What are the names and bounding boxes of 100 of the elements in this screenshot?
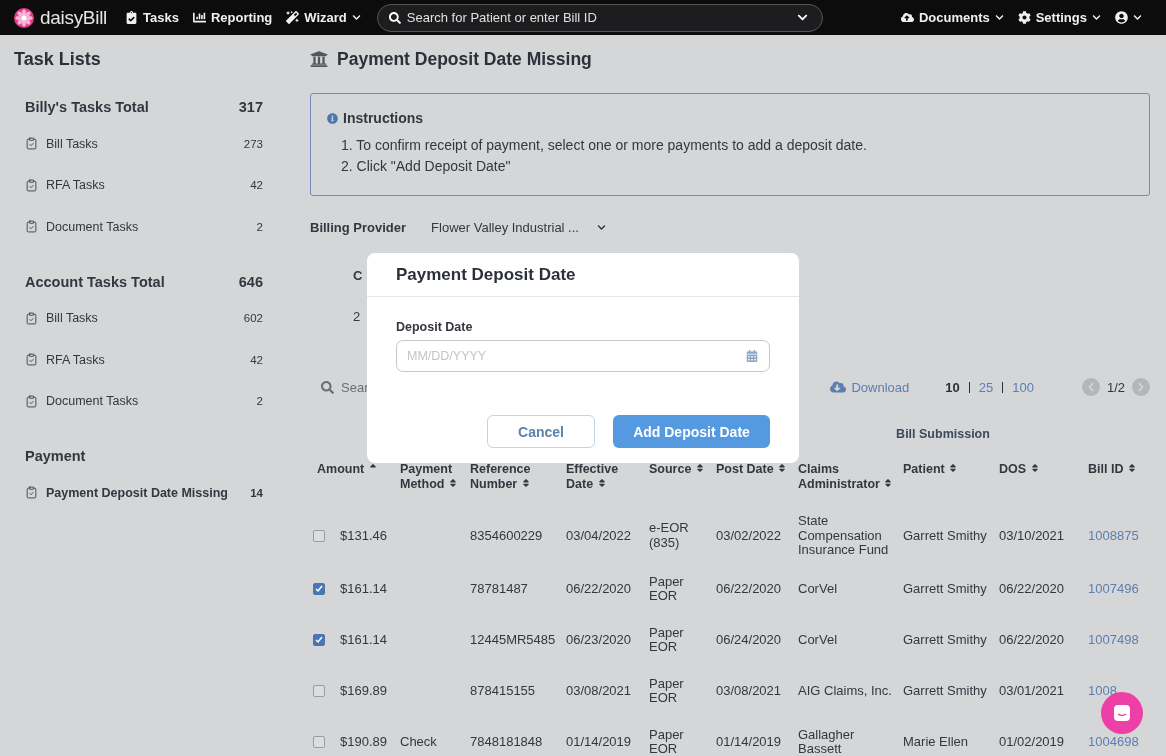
table-cell: CorVel bbox=[798, 632, 838, 648]
sidebar-item[interactable]: Bill Tasks 602 bbox=[25, 297, 263, 339]
table-cell-text: Paper EOR bbox=[649, 625, 685, 655]
clipboard-icon bbox=[125, 11, 138, 24]
table-cell: Garrett Smithy bbox=[903, 528, 987, 543]
row-checkbox[interactable] bbox=[313, 634, 325, 646]
column-header: C bbox=[353, 268, 363, 283]
table-cell: Garrett Smithy bbox=[903, 683, 987, 699]
column-header[interactable]: Reference Number bbox=[470, 462, 566, 508]
table-cell-text: e-EOR (835) bbox=[649, 521, 690, 551]
table-cell: $161.14 bbox=[340, 581, 387, 597]
column-header[interactable]: Bill ID bbox=[1088, 462, 1166, 508]
column-header[interactable]: Post Date bbox=[716, 462, 798, 508]
column-header[interactable]: DOS bbox=[999, 462, 1088, 508]
table-cell-text: State Compensation Insurance Fund bbox=[798, 514, 890, 558]
summary-value: 2 bbox=[353, 309, 361, 324]
table-cell-text: Paper EOR bbox=[649, 574, 685, 604]
sort-icon[interactable] bbox=[777, 463, 788, 473]
sort-icon[interactable] bbox=[948, 463, 959, 473]
search-field[interactable]: Search for Patient or enter Bill ID bbox=[376, 3, 823, 32]
user-icon bbox=[1115, 11, 1128, 24]
sidebar-item[interactable]: Document Tasks 2 bbox=[25, 380, 263, 422]
table-cell: 12445MR5485 bbox=[470, 632, 556, 648]
table-cell: 06/24/2020 bbox=[716, 632, 782, 648]
page-title: Payment Deposit Date Missing bbox=[337, 48, 592, 70]
table-cell: $161.14 bbox=[340, 632, 387, 648]
nav-menu[interactable]: Documents bbox=[900, 10, 1004, 25]
clipboard-icon bbox=[25, 353, 38, 367]
column-header[interactable]: Payment Method bbox=[400, 462, 470, 508]
user-menu[interactable] bbox=[1115, 11, 1142, 24]
row-checkbox[interactable] bbox=[313, 529, 325, 542]
sort-icon[interactable] bbox=[883, 478, 894, 488]
chat-icon bbox=[1113, 704, 1131, 722]
sort-icon[interactable] bbox=[694, 463, 705, 473]
column-header[interactable]: Claims Administrator bbox=[798, 462, 903, 508]
table-cell: $190.89 bbox=[340, 734, 387, 750]
table-cell-text: Paper EOR bbox=[649, 676, 685, 706]
row-checkbox[interactable] bbox=[313, 736, 325, 748]
nav-item[interactable]: Tasks bbox=[125, 10, 179, 25]
page-indicator: 1/2 bbox=[1106, 379, 1125, 395]
table-cell: 8354600229 bbox=[470, 528, 543, 543]
table-cell: 03/08/2021 bbox=[566, 683, 632, 699]
download-icon bbox=[830, 379, 847, 395]
row-checkbox[interactable] bbox=[313, 583, 325, 595]
table-cell: Garrett Smithy bbox=[903, 632, 987, 648]
table-cell: 03/08/2021 bbox=[716, 683, 782, 699]
nav-item[interactable]: Wizard bbox=[286, 10, 361, 25]
field-label: Deposit Date bbox=[396, 320, 474, 334]
clipboard-icon bbox=[25, 137, 38, 151]
sidebar-title: Task Lists bbox=[14, 49, 102, 70]
settings-icon bbox=[1017, 11, 1031, 24]
clipboard-icon bbox=[25, 394, 38, 408]
brand-name: daisyBill bbox=[40, 6, 107, 29]
date-field[interactable]: MM/DD/YYYY bbox=[396, 340, 770, 372]
instructions-title: Instructions bbox=[343, 110, 424, 126]
column-header[interactable]: Patient bbox=[903, 462, 999, 508]
caret-icon bbox=[1092, 13, 1101, 22]
table-cell: Garrett Smithy bbox=[903, 581, 987, 597]
field-label: Billing Provider bbox=[310, 219, 407, 235]
table-cell: 01/02/2019 bbox=[999, 734, 1065, 750]
sort-icon[interactable] bbox=[1126, 463, 1137, 473]
table-cell: 01/14/2019 bbox=[566, 734, 632, 750]
table-search[interactable]: Sear bbox=[310, 379, 369, 395]
table-cell: $131.46 bbox=[340, 528, 387, 543]
nav-menu[interactable]: Settings bbox=[1017, 10, 1101, 25]
table-cell: 06/22/2020 bbox=[999, 581, 1065, 597]
sidebar-item[interactable]: RFA Tasks 42 bbox=[25, 164, 263, 206]
column-header[interactable]: Effective Date bbox=[566, 462, 649, 508]
column-header[interactable]: Source bbox=[649, 462, 716, 508]
chevron-right-icon bbox=[1136, 382, 1146, 392]
sidebar-item[interactable]: Payment Deposit Date Missing 14 bbox=[25, 472, 263, 514]
sort-icon[interactable] bbox=[520, 478, 531, 488]
sidebar-item[interactable]: RFA Tasks 42 bbox=[25, 339, 263, 381]
clipboard-icon bbox=[25, 311, 38, 325]
dialog-title: Payment Deposit Date bbox=[367, 253, 799, 297]
info-icon bbox=[327, 112, 338, 124]
sort-icon[interactable] bbox=[447, 478, 458, 488]
table-cell: 03/02/2022 bbox=[716, 528, 782, 543]
column-header[interactable]: Amount bbox=[310, 462, 400, 508]
table-cell: 06/23/2020 bbox=[566, 632, 632, 648]
cancel-button[interactable]: Cancel bbox=[487, 415, 595, 448]
cloud-icon bbox=[900, 11, 914, 24]
section-total: 646 bbox=[238, 273, 263, 290]
table-cell: Check bbox=[400, 734, 437, 750]
table-cell: Marie Ellen bbox=[903, 734, 969, 750]
page-size-option[interactable]: 10 bbox=[945, 379, 960, 395]
section-title: Account Tasks Total bbox=[25, 273, 165, 290]
table-cell: 03/04/2022 bbox=[566, 528, 632, 543]
provider-dropdown[interactable]: Flower Valley Industrial ... bbox=[431, 219, 606, 235]
sidebar-item[interactable]: Document Tasks 2 bbox=[25, 206, 263, 248]
row-checkbox[interactable] bbox=[313, 685, 325, 697]
sidebar-item[interactable]: Bill Tasks 273 bbox=[25, 123, 263, 165]
section-total: 317 bbox=[238, 99, 263, 115]
sort-icon[interactable] bbox=[596, 478, 607, 488]
nav-item[interactable]: Reporting bbox=[192, 10, 273, 25]
table-cell: CorVel bbox=[798, 581, 838, 597]
sort-icon[interactable] bbox=[1029, 463, 1040, 473]
table-cell-text: Paper EOR bbox=[649, 727, 685, 756]
table-cell: 01/14/2019 bbox=[716, 734, 782, 750]
table-cell: $169.89 bbox=[340, 683, 387, 699]
